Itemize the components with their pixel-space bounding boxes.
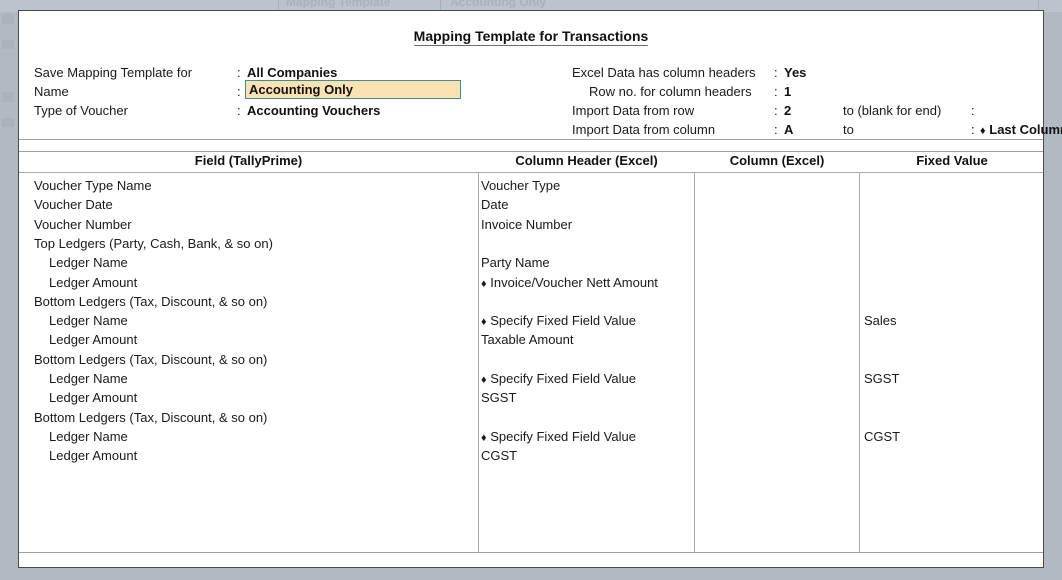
- grid-cell-field[interactable]: Ledger Name: [49, 255, 128, 271]
- name-input-value[interactable]: Accounting Only: [249, 81, 353, 98]
- grid-cell-column-header-text: Invoice/Voucher Nett Amount: [490, 274, 658, 290]
- grid-column-divider: [694, 173, 695, 555]
- diamond-icon: ♦: [481, 277, 487, 290]
- grid-cell-field[interactable]: Ledger Amount: [49, 275, 137, 291]
- grid-cell-column-header-text: Specify Fixed Field Value: [490, 313, 636, 329]
- grid-cell-field[interactable]: Voucher Type Name: [34, 178, 152, 194]
- colon-separator: :: [774, 122, 778, 137]
- grid-cell-column-header[interactable]: Invoice Number: [481, 217, 572, 233]
- label-row-no-for-column-headers: Row no. for column headers: [589, 84, 752, 99]
- label-import-data-from-row: Import Data from row: [572, 103, 695, 118]
- grid-cell-field[interactable]: Bottom Ledgers (Tax, Discount, & so on): [34, 294, 267, 310]
- grid-footer-strip: [19, 552, 1043, 567]
- grid-cell-column-header-text: CGST: [481, 448, 518, 464]
- label-import-data-from-column: Import Data from column: [572, 122, 716, 137]
- grid-cell-column-header-text: Party Name: [481, 255, 550, 271]
- diamond-icon: ♦: [481, 316, 487, 329]
- grid-cell-field[interactable]: Top Ledgers (Party, Cash, Bank, & so on): [34, 236, 273, 252]
- grid-cell-column-header[interactable]: ♦ Specify Fixed Field Value: [481, 371, 636, 388]
- grid-cell-column-header[interactable]: Party Name: [481, 255, 550, 271]
- value-import-data-from-row[interactable]: 2: [784, 103, 791, 119]
- grid-cell-column-header[interactable]: Date: [481, 197, 508, 213]
- colon-separator: :: [774, 84, 778, 99]
- grid-cell-column-header-text: Voucher Type: [481, 178, 561, 193]
- left-rail-ghost-item: [2, 14, 14, 24]
- page-title-text: Mapping Template for Transactions: [413, 28, 649, 46]
- grid-cell-column-header-text: Invoice Number: [481, 216, 573, 232]
- diamond-icon: ♦: [481, 431, 487, 444]
- label-save-mapping-template-for: Save Mapping Template for: [34, 65, 193, 80]
- grid-cell-field[interactable]: Ledger Amount: [49, 390, 137, 406]
- label-import-data-to-row: to (blank for end): [843, 103, 942, 118]
- grid-cell-column-header[interactable]: ♦ Specify Fixed Field Value: [481, 313, 636, 330]
- diamond-icon: ♦: [481, 374, 487, 386]
- grid-cell-column-header-text: Taxable Amount: [481, 332, 574, 348]
- colon-separator: :: [971, 122, 975, 137]
- colon-separator: :: [774, 103, 778, 118]
- label-excel-data-has-column-headers: Excel Data has column headers: [572, 65, 756, 80]
- grid-cell-field[interactable]: Bottom Ledgers (Tax, Discount, & so on): [34, 352, 267, 368]
- value-import-data-to-column[interactable]: ♦ Last Column: [980, 122, 1062, 139]
- grid-cell-column-header-text: Specify Fixed Field Value: [490, 428, 636, 444]
- grid-cell-field[interactable]: Ledger Name: [49, 371, 128, 387]
- grid-cell-column-header[interactable]: ♦ Specify Fixed Field Value: [481, 429, 636, 446]
- background-ghost-label-accounting-only: Accounting Only: [450, 0, 546, 8]
- grid-cell-field[interactable]: Bottom Ledgers (Tax, Discount, & so on): [34, 410, 267, 426]
- value-import-data-from-column[interactable]: A: [784, 122, 793, 138]
- column-header-column-excel: Column (Excel): [729, 153, 825, 168]
- column-header-fixed-value: Fixed Value: [916, 153, 988, 168]
- grid-cell-fixed-value[interactable]: Sales: [864, 313, 897, 329]
- grid-cell-field[interactable]: Ledger Name: [49, 313, 128, 329]
- colon-separator: :: [237, 84, 241, 99]
- grid-cell-column-header[interactable]: Voucher Type: [481, 178, 560, 194]
- parameter-panel: Mapping Template for Transactions Save M…: [19, 11, 1062, 152]
- left-rail-ghost-item: [2, 40, 14, 49]
- grid-cell-column-header[interactable]: Taxable Amount: [481, 332, 574, 348]
- left-rail-ghost-item: [2, 92, 14, 102]
- colon-separator: :: [237, 103, 241, 118]
- value-type-of-voucher[interactable]: Accounting Vouchers: [247, 103, 380, 119]
- grid-cell-field[interactable]: Voucher Date: [34, 197, 113, 213]
- background-ghost-label-mapping-template: Mapping Template: [286, 0, 391, 8]
- left-rail-ghost-item: [2, 118, 14, 127]
- grid-cell-fixed-value[interactable]: CGST: [864, 429, 900, 445]
- grid-body: Voucher Type Name Voucher Type Voucher Dat…: [19, 173, 1043, 555]
- grid-cell-fixed-value[interactable]: SGST: [864, 371, 899, 387]
- grid-cell-field[interactable]: Voucher Number: [34, 217, 132, 233]
- grid-cell-column-header[interactable]: ♦ Invoice/Voucher Nett Amount: [481, 275, 658, 292]
- grid-cell-field[interactable]: Ledger Amount: [49, 448, 137, 464]
- value-import-data-to-column-text: Last Column: [989, 122, 1062, 137]
- label-type-of-voucher: Type of Voucher: [34, 103, 128, 118]
- grid-cell-field[interactable]: Ledger Name: [49, 429, 128, 445]
- value-save-mapping-template-for[interactable]: All Companies: [247, 65, 337, 81]
- label-import-data-to-column: to: [843, 122, 854, 137]
- grid-cell-column-header-text: Date: [481, 197, 509, 213]
- label-name: Name: [34, 84, 69, 99]
- colon-separator: :: [971, 103, 975, 118]
- page-title: Mapping Template for Transactions: [19, 28, 1043, 46]
- mapping-template-dialog: Mapping Template for Transactions Save M…: [18, 10, 1062, 568]
- grid-cell-field[interactable]: Ledger Amount: [49, 332, 137, 348]
- grid-column-divider: [859, 173, 860, 555]
- grid-header-row: Field (TallyPrime) Column Header (Excel)…: [19, 150, 1043, 173]
- colon-separator: :: [774, 65, 778, 80]
- column-header-field-tallyprime: Field (TallyPrime): [194, 153, 303, 168]
- grid-column-divider: [478, 173, 479, 555]
- mapping-grid: Field (TallyPrime) Column Header (Excel)…: [19, 150, 1043, 567]
- colon-separator: :: [237, 65, 241, 80]
- value-row-no-for-column-headers[interactable]: 1: [784, 84, 791, 100]
- column-header-column-header-excel: Column Header (Excel): [515, 153, 658, 168]
- grid-cell-column-header-text: SGST: [481, 390, 517, 406]
- grid-cell-column-header[interactable]: SGST: [481, 390, 516, 406]
- grid-cell-column-header-text: Specify Fixed Field Value: [490, 371, 636, 386]
- grid-cell-column-header[interactable]: CGST: [481, 448, 517, 464]
- value-excel-data-has-column-headers[interactable]: Yes: [784, 65, 806, 81]
- diamond-icon: ♦: [980, 125, 986, 137]
